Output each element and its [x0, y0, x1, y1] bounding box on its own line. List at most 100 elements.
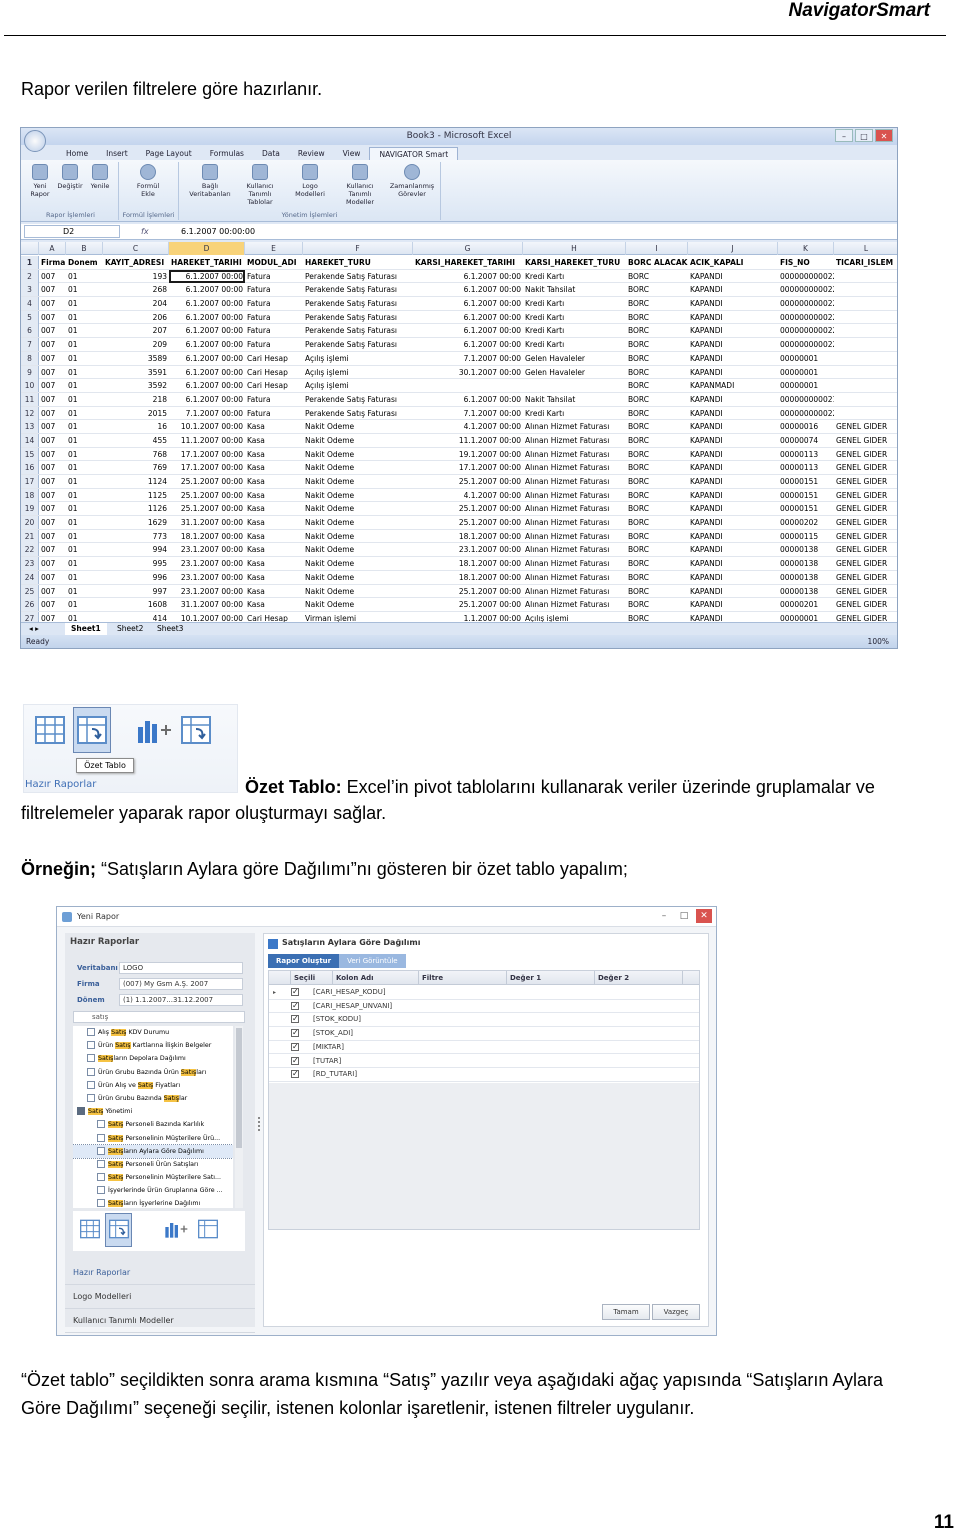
table-cell[interactable]: BORC [626, 352, 688, 365]
table-cell[interactable]: Kredi Kartı [523, 407, 626, 420]
table-cell[interactable]: KAPANDI [688, 297, 778, 310]
table-cell[interactable]: 204 [103, 297, 169, 310]
table-cell[interactable]: 1.1.2007 00:00 [413, 612, 523, 622]
row-number[interactable]: 6 [21, 324, 39, 338]
table-cell[interactable]: GENEL GIDER [834, 434, 897, 447]
tree-item[interactable]: Ürün Grubu Bazında Satışlar [73, 1092, 233, 1105]
table-cell[interactable]: Fatura [245, 283, 303, 296]
table-cell[interactable]: KAPANDI [688, 366, 778, 379]
table-cell[interactable]: 18.1.2007 00:00 [413, 530, 523, 543]
vazgec-button[interactable]: Vazgeç [652, 1304, 700, 1320]
table-cell[interactable]: Alınan Hizmet Faturası [523, 489, 626, 502]
table-cell[interactable]: 007 [39, 283, 66, 296]
table-cell[interactable]: 773 [103, 530, 169, 543]
table-cell[interactable]: 01 [66, 407, 103, 420]
table-cell[interactable]: 0000000000223 [778, 270, 834, 283]
table-cell[interactable]: 6.1.2007 00:00 [413, 270, 523, 283]
table-cell[interactable]: BORC [626, 379, 688, 392]
table-cell[interactable]: 007 [39, 571, 66, 584]
ribbon-tab[interactable]: Data [253, 147, 289, 161]
tree-item[interactable]: Satış Personeli Bazında Karlılık [73, 1118, 233, 1131]
row-number[interactable]: 13 [21, 420, 39, 434]
table-cell[interactable]: KAPANDI [688, 324, 778, 337]
table-cell[interactable]: GENEL GIDER [834, 502, 897, 515]
table-cell[interactable]: 6.1.2007 00:00 [413, 311, 523, 324]
table-cell[interactable]: 01 [66, 461, 103, 474]
table-cell[interactable]: Alınan Hizmet Faturası [523, 530, 626, 543]
table-cell[interactable]: Fatura [245, 311, 303, 324]
table-cell[interactable]: 007 [39, 420, 66, 433]
column-header[interactable]: E [245, 242, 303, 255]
table-cell[interactable]: 19.1.2007 00:00 [413, 448, 523, 461]
table-cell[interactable]: Fatura [245, 393, 303, 406]
header-cell[interactable]: MODUL_ADI [245, 256, 303, 269]
table-cell[interactable]: BORC [626, 502, 688, 515]
table-cell[interactable]: 18.1.2007 00:00 [169, 530, 245, 543]
table-cell[interactable]: Kasa [245, 448, 303, 461]
table-cell[interactable]: 00000001 [778, 379, 834, 392]
table-cell[interactable]: 007 [39, 393, 66, 406]
table-cell[interactable]: BORC [626, 461, 688, 474]
table-cell[interactable]: 007 [39, 434, 66, 447]
ribbon-tab[interactable]: NAVIGATOR Smart [369, 147, 459, 161]
row-number[interactable]: 16 [21, 461, 39, 475]
table-cell[interactable]: 01 [66, 557, 103, 570]
table-cell[interactable]: 18.1.2007 00:00 [413, 557, 523, 570]
table-cell[interactable]: 6.1.2007 00:00 [169, 311, 245, 324]
table-cell[interactable]: Nakit Odeme [303, 502, 413, 515]
table-cell[interactable]: Kredi Kartı [523, 324, 626, 337]
table-cell[interactable]: GENEL GIDER [834, 571, 897, 584]
name-box[interactable]: D2 [24, 225, 120, 238]
table-cell[interactable]: Kasa [245, 530, 303, 543]
minimize-icon[interactable]: – [656, 909, 672, 923]
table-cell[interactable]: 007 [39, 612, 66, 622]
column-header[interactable]: C [103, 242, 169, 255]
splitter-handle[interactable] [258, 1117, 261, 1131]
row-number[interactable]: 12 [21, 406, 39, 420]
table-cell[interactable]: BORC [626, 324, 688, 337]
row-number[interactable]: 2 [21, 269, 39, 283]
ribbon-tab[interactable]: Page Layout [137, 147, 201, 161]
row-number[interactable]: 1 [21, 256, 39, 269]
table-cell[interactable]: GENEL GIDER [834, 557, 897, 570]
logo-modelleri-button[interactable]: Logo Modelleri [287, 164, 333, 198]
column-header[interactable]: A [39, 242, 66, 255]
table-cell[interactable]: Nakit Odeme [303, 448, 413, 461]
filter-select[interactable]: (1) 1.1.2007...31.12.2007 [119, 994, 243, 1006]
grid-row[interactable]: [STOK_ADI] [269, 1026, 699, 1041]
table-cell[interactable]: 01 [66, 502, 103, 515]
tree-item[interactable]: Satış Personelinin Müşterilere Satı... [73, 1171, 233, 1184]
table-cell[interactable]: 414 [103, 612, 169, 622]
header-cell[interactable]: KARSI_HAREKET_TARIHI [413, 256, 523, 269]
table-cell[interactable]: BORC [626, 557, 688, 570]
tree-item[interactable]: Satış Yönetimi [73, 1105, 233, 1118]
left-nav-link[interactable]: Hazır Raporlar [65, 1261, 255, 1285]
table-cell[interactable]: 16 [103, 420, 169, 433]
table-cell[interactable]: 7.1.2007 00:00 [413, 352, 523, 365]
table-cell[interactable]: BORC [626, 270, 688, 283]
table-cell[interactable]: 23.1.2007 00:00 [413, 543, 523, 556]
close-icon[interactable]: ✕ [875, 129, 893, 142]
table-cell[interactable]: KAPANDI [688, 393, 778, 406]
yeni-rapor-button[interactable]: Yeni Rapor [25, 164, 55, 198]
sheet-tab[interactable]: Sheet2 [111, 623, 149, 635]
table-cell[interactable]: GENEL GIDER [834, 612, 897, 622]
table-cell[interactable]: 0000000000227 [778, 338, 834, 351]
table-cell[interactable]: Alınan Hizmet Faturası [523, 475, 626, 488]
table-cell[interactable]: 007 [39, 297, 66, 310]
table-cell[interactable]: Açılış işlemi [303, 379, 413, 392]
table-cell[interactable]: 193 [103, 270, 169, 283]
tree-item[interactable]: Satışların Depolara Dağılımı [73, 1052, 233, 1065]
table-cell[interactable]: Fatura [245, 297, 303, 310]
grid-row[interactable]: [CARI_HESAP_UNVANI] [269, 999, 699, 1014]
scroll-thumb[interactable] [236, 1028, 242, 1148]
table-cell[interactable]: KAPANDI [688, 338, 778, 351]
selected-checkbox[interactable] [291, 999, 299, 1012]
table-cell[interactable]: 769 [103, 461, 169, 474]
table-cell[interactable]: 01 [66, 475, 103, 488]
table-cell[interactable]: Virman işlemi [303, 612, 413, 622]
table-cell[interactable]: KAPANDI [688, 612, 778, 622]
table-cell[interactable]: 6.1.2007 00:00 [169, 297, 245, 310]
table-cell[interactable]: 10.1.2007 00:00 [169, 420, 245, 433]
table-cell[interactable]: 1125 [103, 489, 169, 502]
